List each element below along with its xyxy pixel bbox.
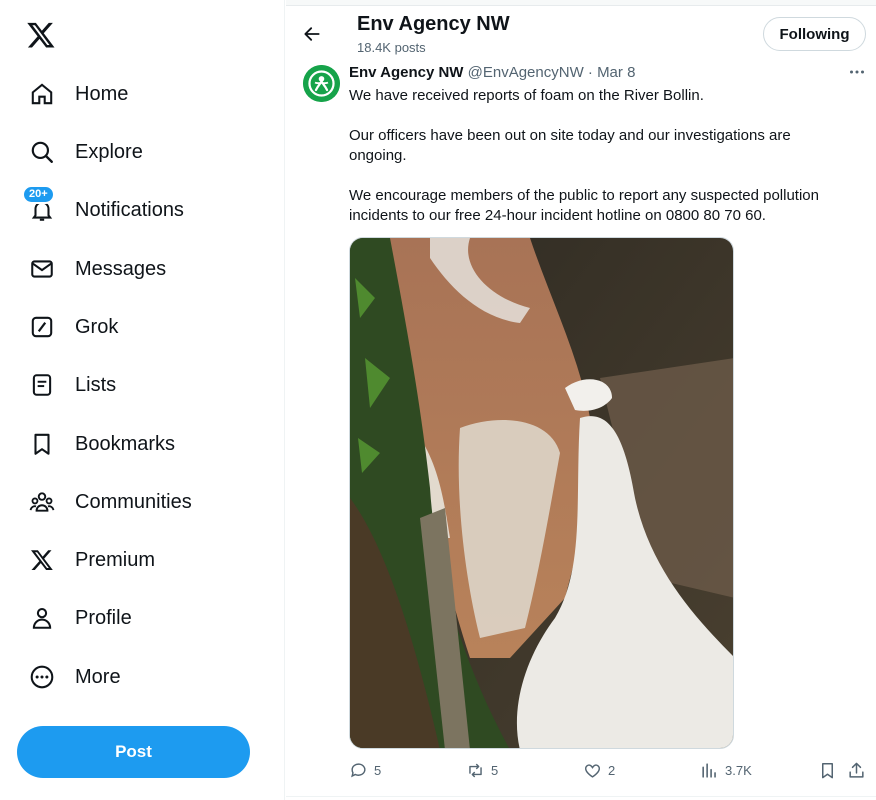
avatar[interactable] xyxy=(303,65,340,102)
share-icon xyxy=(849,762,864,778)
bookmark-icon xyxy=(821,763,834,779)
repost-button[interactable]: 5 xyxy=(466,761,498,780)
more-circle-icon xyxy=(28,663,56,691)
sidebar-item-premium[interactable]: Premium xyxy=(28,540,155,580)
reply-button[interactable]: 5 xyxy=(349,761,381,780)
top-strip xyxy=(286,0,876,6)
sidebar-item-more[interactable]: More xyxy=(28,657,121,697)
heart-icon xyxy=(585,764,600,778)
post-button[interactable]: Post xyxy=(17,726,250,778)
people-icon xyxy=(28,488,56,516)
sidebar-item-label: More xyxy=(75,665,121,688)
sidebar-item-communities[interactable]: Communities xyxy=(28,482,192,522)
tweet-paragraph: We have received reports of foam on the … xyxy=(349,87,704,104)
tweet-text: We have received reports of foam on the … xyxy=(349,86,829,246)
sidebar-item-label: Messages xyxy=(75,257,167,280)
sidebar-item-messages[interactable]: Messages xyxy=(28,249,166,289)
list-icon xyxy=(28,371,56,399)
sidebar-item-home[interactable]: Home xyxy=(28,74,128,114)
views-button[interactable]: 3.7K xyxy=(700,761,752,780)
sidebar-item-label: Premium xyxy=(75,548,156,571)
repost-icon xyxy=(469,763,482,778)
post-count: 18.4K posts xyxy=(357,40,426,55)
search-icon xyxy=(28,138,56,166)
sidebar-item-notifications[interactable]: 20+ Notifications xyxy=(22,185,184,230)
bell-icon: 20+ xyxy=(22,185,56,224)
bookmark-button[interactable] xyxy=(818,761,837,780)
bookmark-icon xyxy=(28,430,56,458)
like-count: 2 xyxy=(608,763,616,778)
sidebar-item-bookmarks[interactable]: Bookmarks xyxy=(28,424,175,464)
home-icon xyxy=(28,80,56,108)
reply-icon xyxy=(351,763,366,778)
back-arrow-icon[interactable] xyxy=(302,24,322,44)
page-title: Env Agency NW xyxy=(357,13,510,35)
sidebar-item-label: Grok xyxy=(75,315,119,338)
x-logo-icon[interactable] xyxy=(26,20,58,52)
main-column: Env Agency NW 18.4K posts Following Env … xyxy=(286,0,876,800)
like-button[interactable]: 2 xyxy=(583,761,615,780)
views-count: 3.7K xyxy=(725,763,752,778)
person-icon xyxy=(28,604,56,632)
sidebar-item-label: Profile xyxy=(75,606,132,629)
envelope-icon xyxy=(28,255,56,283)
x-logo-icon xyxy=(28,546,56,574)
sidebar-item-label: Home xyxy=(75,82,129,105)
repost-count: 5 xyxy=(491,763,499,778)
following-button[interactable]: Following xyxy=(763,17,866,51)
sidebar-item-grok[interactable]: Grok xyxy=(28,307,118,347)
sidebar-item-lists[interactable]: Lists xyxy=(28,365,116,405)
tweet-actions: 5 5 2 3.7K xyxy=(349,761,869,783)
tweet-photo[interactable] xyxy=(349,237,734,749)
grok-icon xyxy=(28,313,56,341)
tweet-paragraph: We encourage members of the public to re… xyxy=(349,187,819,224)
more-options-icon[interactable] xyxy=(848,63,866,81)
notification-badge: 20+ xyxy=(22,185,55,204)
sidebar-item-profile[interactable]: Profile xyxy=(28,598,132,638)
sidebar: Home Explore 20+ Notifications Messages … xyxy=(0,0,285,800)
sidebar-item-label: Bookmarks xyxy=(75,432,176,455)
share-button[interactable] xyxy=(847,761,866,780)
sidebar-item-label: Notifications xyxy=(75,198,184,221)
tweet-meta: @EnvAgencyNW · Mar 8 xyxy=(467,64,636,81)
sidebar-item-label: Communities xyxy=(75,490,192,513)
analytics-icon xyxy=(702,763,716,778)
tweet-display-name[interactable]: Env Agency NW xyxy=(349,64,463,81)
sidebar-item-explore[interactable]: Explore xyxy=(28,132,143,172)
tweet-header: Env Agency NW @EnvAgencyNW · Mar 8 xyxy=(349,64,635,81)
reply-count: 5 xyxy=(374,763,382,778)
sidebar-item-label: Lists xyxy=(75,373,117,396)
divider xyxy=(286,796,876,797)
tweet-paragraph: Our officers have been out on site today… xyxy=(349,127,791,164)
sidebar-item-label: Explore xyxy=(75,140,143,163)
